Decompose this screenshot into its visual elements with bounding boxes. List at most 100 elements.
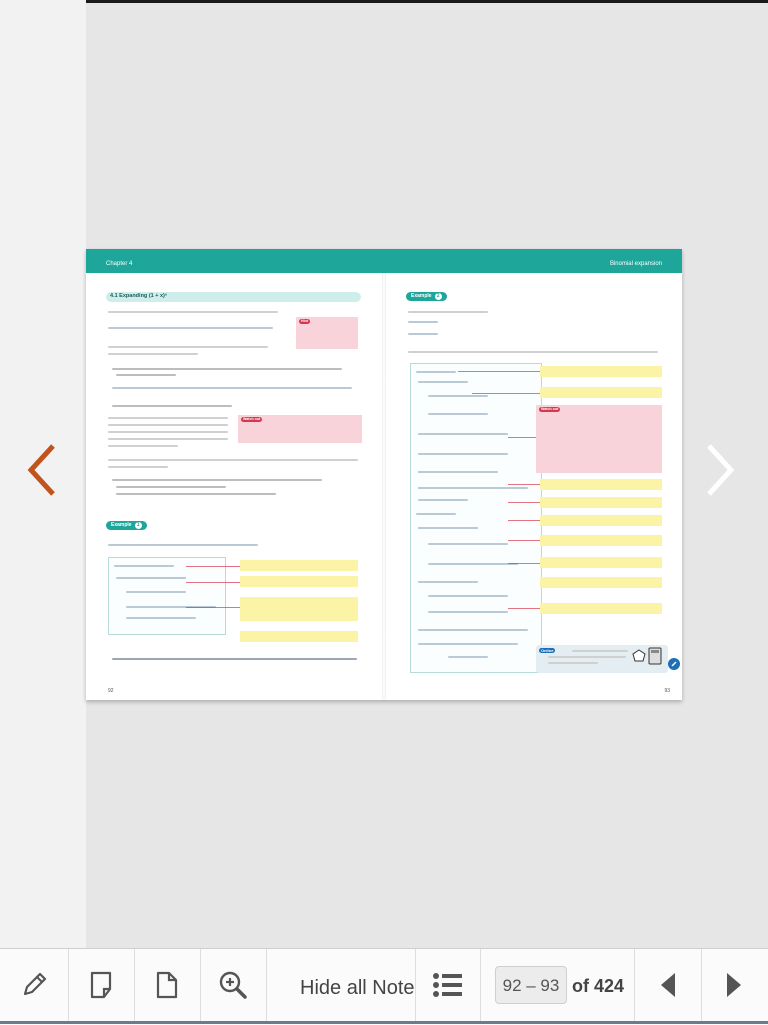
formula-line [418, 487, 528, 489]
text-line [112, 479, 322, 481]
text-line [116, 493, 276, 495]
text-line [112, 368, 342, 370]
annotation-leader [472, 393, 540, 394]
text-line [108, 438, 228, 440]
formula-line [116, 577, 186, 579]
left-page: 4.1 Expanding (1 + x)ⁿ Hint Watch out Ex… [86, 273, 376, 700]
hint-note: Hint [296, 317, 358, 349]
left-page-number: 92 [108, 688, 114, 694]
annotation-note [240, 560, 358, 571]
text-line [108, 459, 358, 461]
example-1-badge: Example 1 [106, 521, 147, 530]
formula-line [428, 595, 508, 597]
text-line [108, 346, 268, 348]
text-line [108, 445, 178, 447]
annotation-note [540, 577, 662, 588]
formula-line [418, 381, 468, 383]
right-page-number: 93 [664, 688, 670, 694]
example-2-badge: Example 2 [406, 292, 447, 301]
hide-all-notes-button[interactable]: Hide all Notes [300, 949, 415, 1025]
list-icon [433, 973, 462, 997]
link-icon[interactable] [668, 658, 680, 670]
calculator-icon [648, 647, 662, 665]
sticky-note-button[interactable] [68, 949, 135, 1021]
previous-button[interactable] [634, 949, 702, 1021]
chapter-header-band: Chapter 4 Binomial expansion [86, 249, 682, 273]
formula-line [428, 413, 488, 415]
formula-line [418, 433, 508, 435]
text-line [108, 353, 198, 355]
contents-list-button[interactable] [415, 949, 481, 1021]
chapter-title: Binomial expansion [609, 261, 662, 267]
annotation-leader [186, 607, 240, 608]
formula-line [408, 321, 438, 323]
right-page: Example 2 Watch out Online 93 [388, 273, 680, 700]
annotation-leader [508, 520, 540, 521]
annotation-leader [508, 563, 540, 564]
chevron-right-icon [707, 444, 735, 496]
example-label: Example [411, 293, 432, 299]
next-button[interactable] [700, 949, 768, 1021]
formula-line [418, 629, 528, 631]
text-line [116, 486, 226, 488]
formula-line [108, 327, 273, 329]
hint-tag: Hint [299, 319, 310, 324]
text-line [408, 311, 488, 313]
online-note[interactable]: Online [536, 645, 668, 673]
section-title: 4.1 Expanding (1 + x)ⁿ [110, 293, 168, 299]
annotation-leader [186, 582, 240, 583]
page-icon [156, 971, 178, 999]
previous-page-button[interactable] [22, 440, 62, 500]
annotation-note [240, 576, 358, 587]
annotation-leader [458, 371, 540, 372]
text-line [112, 405, 232, 407]
text-line [108, 417, 228, 419]
text-line [548, 656, 626, 658]
book-spread[interactable]: Chapter 4 Binomial expansion 4.1 Expandi… [86, 249, 682, 700]
text-line [108, 431, 228, 433]
annotation-note [540, 535, 662, 546]
text-line [116, 374, 176, 376]
pencil-icon [23, 972, 47, 996]
text-line [108, 311, 278, 313]
example-label: Example [111, 522, 132, 528]
polygon-icon [632, 649, 646, 662]
page-number-field[interactable]: 92 – 93 [495, 966, 567, 1004]
bottom-toolbar: Hide all Notes 92 – 93 of 424 [0, 948, 768, 1025]
annotation-note [540, 603, 662, 614]
formula-line [112, 658, 357, 660]
example-number: 1 [134, 522, 142, 529]
triangle-left-icon [661, 973, 675, 997]
formula-line [112, 387, 352, 389]
formula-line [108, 544, 258, 546]
page-gutter [382, 273, 386, 700]
formula-line [126, 591, 186, 593]
formula-line [428, 611, 508, 613]
annotation-leader [508, 484, 540, 485]
annotation-leader [508, 437, 536, 438]
annotation-note [540, 479, 662, 490]
watch-out-note: Watch out [238, 415, 362, 443]
sticky-note-icon [90, 971, 112, 999]
annotation-leader [508, 540, 540, 541]
pencil-button[interactable] [0, 949, 69, 1021]
annotation-note [240, 631, 358, 642]
text-line [572, 650, 628, 652]
text-line [548, 662, 598, 664]
formula-line [408, 333, 438, 335]
page-button[interactable] [134, 949, 201, 1021]
formula-line [114, 565, 174, 567]
worked-solution-box [108, 557, 226, 635]
formula-line [448, 656, 488, 658]
text-line [108, 466, 168, 468]
formula-line [418, 527, 478, 529]
zoom-button[interactable] [200, 949, 267, 1021]
annotation-note [540, 557, 662, 568]
formula-line [416, 513, 456, 515]
text-line [408, 351, 658, 353]
watch-out-tag: Watch out [539, 407, 561, 412]
formula-line [418, 581, 478, 583]
formula-line [416, 371, 456, 373]
next-page-button[interactable] [700, 440, 740, 500]
formula-line [418, 643, 518, 645]
